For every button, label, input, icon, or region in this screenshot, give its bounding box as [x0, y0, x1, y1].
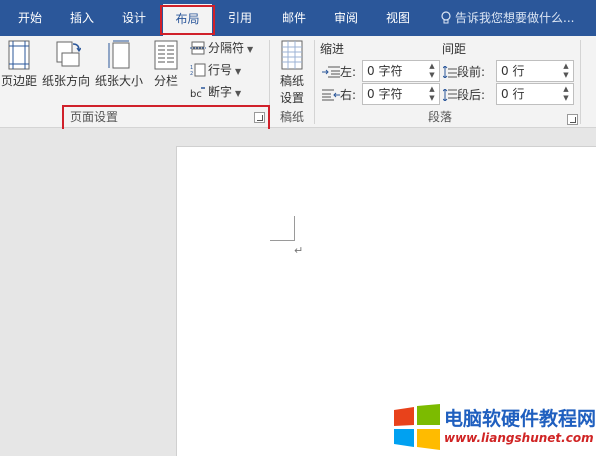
spacing-after-icon [442, 88, 457, 102]
orientation-button[interactable]: 纸张方向 [40, 40, 92, 89]
size-button[interactable]: 纸张大小 [94, 40, 144, 89]
orientation-icon [56, 41, 81, 67]
indent-left-input[interactable]: 0 字符 ▲ ▼ [362, 60, 440, 82]
spacing-before-input[interactable]: 0 行 ▲ ▼ [496, 60, 574, 82]
margins-icon [8, 40, 30, 70]
draft-paper-label-line2: 设置 [279, 91, 304, 105]
paragraph-mark: ↵ [294, 244, 304, 257]
watermark-title: 电脑软硬件教程网 [444, 408, 596, 430]
tab-insert[interactable]: 插入 [62, 0, 102, 36]
spacing-before-text: 段前: [457, 65, 486, 79]
margins-label: 页边距 [0, 74, 37, 88]
line-numbers-button[interactable]: 1 2 行号 ▼ [190, 60, 241, 80]
draft-paper-icon [281, 40, 303, 70]
tab-design[interactable]: 设计 [114, 0, 154, 36]
indent-left-label: 左: [322, 63, 356, 80]
chevron-down-icon: ▼ [235, 89, 242, 98]
spacing-before-value: 0 行 [501, 64, 525, 78]
orientation-label: 纸张方向 [41, 74, 90, 88]
paragraph-launcher-icon[interactable] [567, 114, 578, 125]
spacing-header: 间距 [442, 42, 467, 56]
hyphenation-label: 断字 [208, 85, 233, 99]
svg-text:2: 2 [190, 71, 193, 77]
tab-references[interactable]: 引用 [220, 0, 260, 36]
indent-left-value: 0 字符 [367, 64, 403, 78]
margin-corner-mark [270, 216, 295, 241]
breaks-label: 分隔符 [208, 41, 245, 55]
size-label: 纸张大小 [94, 74, 143, 88]
columns-button[interactable]: 分栏 [150, 40, 182, 89]
spacing-before-label: 段前: [442, 63, 486, 80]
watermark-url: www.liangshunet.com [444, 431, 594, 445]
svg-text:bc: bc [190, 89, 202, 99]
spinner-arrows-icon[interactable]: ▲ ▼ [561, 85, 571, 103]
windows-logo-icon [394, 404, 440, 450]
hyphenation-icon: bc [190, 87, 205, 100]
indent-left-icon [322, 66, 340, 78]
tab-mailings[interactable]: 邮件 [274, 0, 314, 36]
tab-view[interactable]: 视图 [378, 0, 418, 36]
spacing-after-input[interactable]: 0 行 ▲ ▼ [496, 83, 574, 105]
indent-left-text: 左: [340, 65, 357, 79]
tab-review[interactable]: 审阅 [326, 0, 366, 36]
hyphenation-button[interactable]: bc 断字 ▼ [190, 82, 241, 102]
tab-layout-highlight [160, 5, 215, 35]
paragraph-group-label: 段落 [428, 110, 453, 124]
page-setup-highlight [62, 105, 270, 131]
line-numbers-icon: 12 [190, 63, 206, 77]
columns-label: 分栏 [153, 74, 178, 88]
margins-button[interactable]: 页边距 [0, 40, 38, 89]
spacing-before-icon [442, 65, 457, 79]
indent-right-text: 右: [340, 88, 357, 102]
draft-paper-label-line1: 稿纸 [279, 74, 304, 88]
line-numbers-label: 行号 [208, 63, 233, 77]
draft-paper-button[interactable]: 稿纸 设置 [274, 40, 310, 106]
spacing-after-value: 0 行 [501, 87, 525, 101]
breaks-icon [190, 41, 206, 55]
spinner-arrows-icon[interactable]: ▲ ▼ [427, 85, 437, 103]
spacing-after-text: 段后: [457, 88, 486, 102]
chevron-down-icon: ▼ [235, 67, 242, 76]
draft-paper-group-label: 稿纸 [280, 110, 305, 124]
breaks-button[interactable]: 分隔符 ▼ [190, 38, 253, 58]
indent-right-icon [322, 89, 340, 101]
spacing-after-label: 段后: [442, 86, 486, 103]
indent-right-input[interactable]: 0 字符 ▲ ▼ [362, 83, 440, 105]
lightbulb-icon [441, 11, 451, 24]
columns-icon [154, 40, 178, 70]
ribbon-tab-bar: 开始 插入 设计 布局 引用 邮件 审阅 视图 告诉我您想要做什么... [0, 0, 596, 36]
tab-home[interactable]: 开始 [10, 0, 50, 36]
spinner-arrows-icon[interactable]: ▲ ▼ [561, 62, 571, 80]
tell-me-box[interactable]: 告诉我您想要做什么... [440, 0, 574, 36]
chevron-down-icon: ▼ [247, 45, 254, 54]
group-divider [580, 40, 581, 124]
paper-size-icon [108, 40, 130, 69]
group-divider [314, 40, 315, 124]
tell-me-text: 告诉我您想要做什么... [455, 11, 575, 25]
indent-right-value: 0 字符 [367, 87, 403, 101]
site-watermark: 电脑软硬件教程网 www.liangshunet.com [392, 402, 596, 454]
spinner-arrows-icon[interactable]: ▲ ▼ [427, 62, 437, 80]
indent-right-label: 右: [322, 86, 356, 103]
indent-header: 缩进 [320, 42, 345, 56]
